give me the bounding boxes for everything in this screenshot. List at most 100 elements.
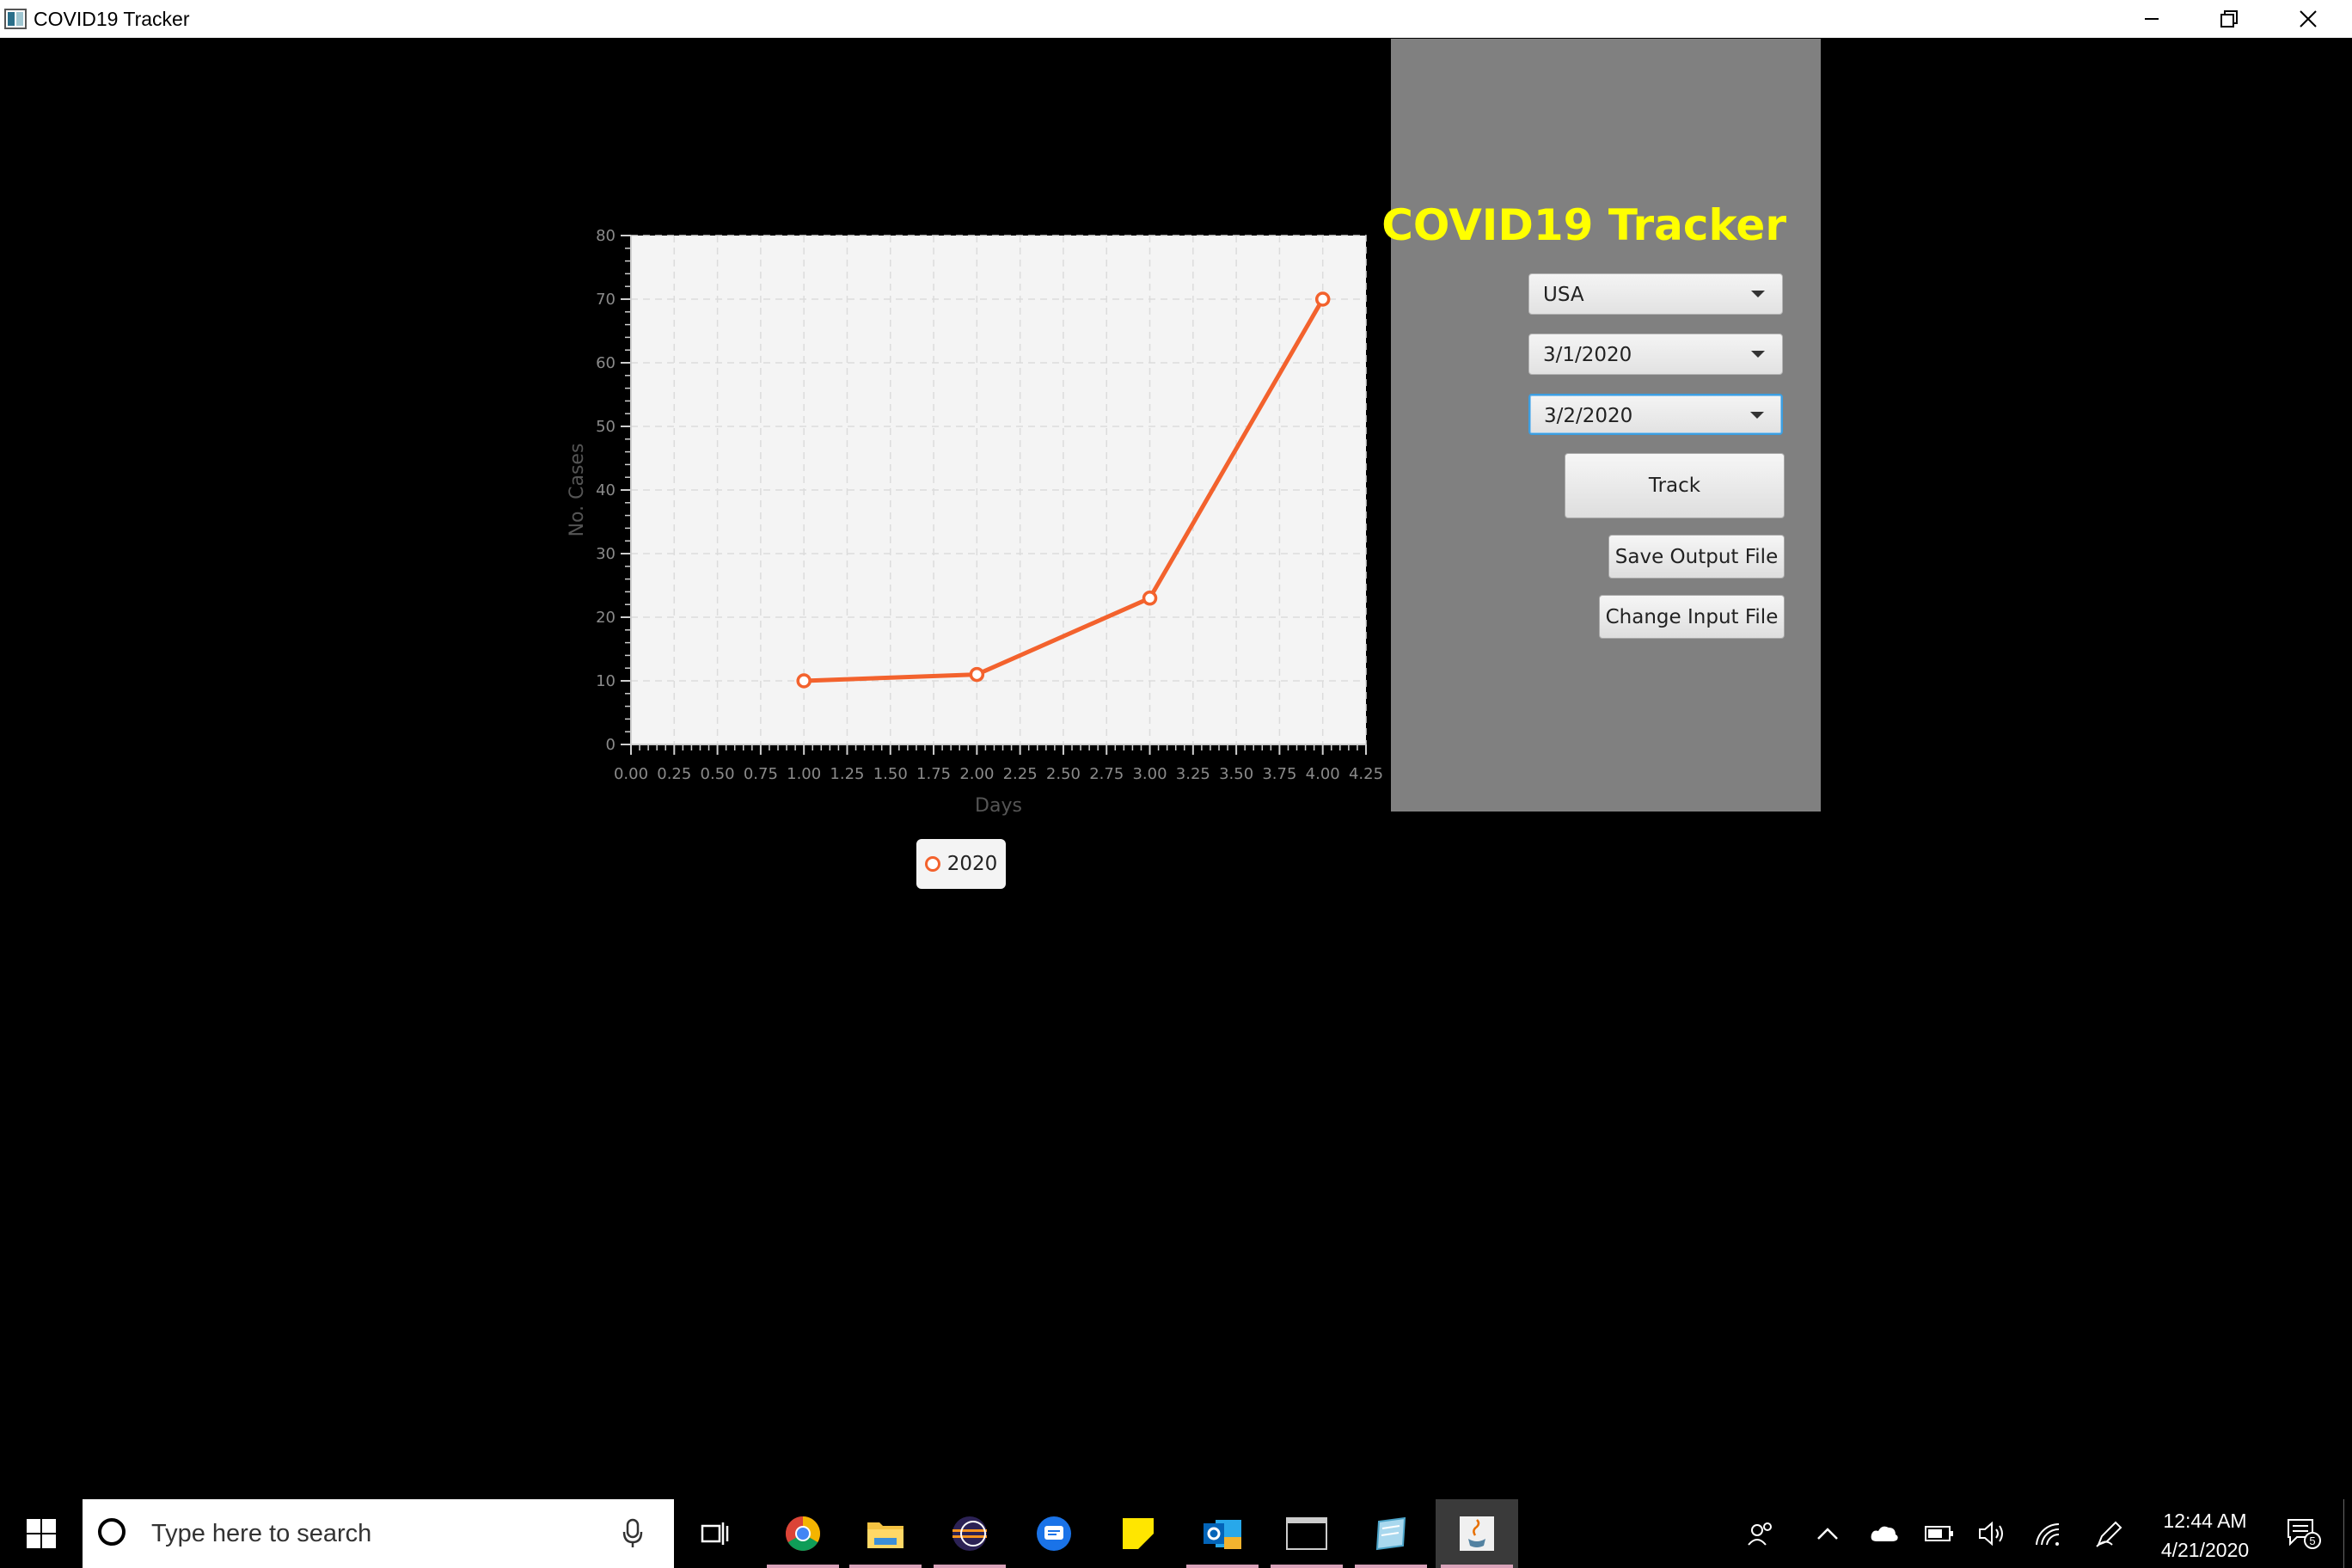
legend-symbol bbox=[924, 856, 940, 872]
taskbar-eclipse[interactable] bbox=[928, 1499, 1011, 1568]
y-tick-label: 70 bbox=[596, 291, 616, 309]
taskbar-java[interactable] bbox=[1436, 1499, 1518, 1568]
clock-time: 12:44 AM bbox=[2163, 1510, 2247, 1532]
end-date-value: 3/2/2020 bbox=[1544, 405, 1633, 427]
chevron-up-icon bbox=[1817, 1528, 1838, 1540]
onedrive-button[interactable] bbox=[1864, 1499, 1905, 1568]
x-tick-label: 1.50 bbox=[873, 765, 908, 783]
chrome-icon bbox=[786, 1516, 820, 1551]
taskbar-outlook[interactable] bbox=[1181, 1499, 1264, 1568]
x-tick-label: 4.25 bbox=[1349, 765, 1383, 783]
x-tick-label: 4.00 bbox=[1306, 765, 1340, 783]
x-tick-label: 2.50 bbox=[1046, 765, 1081, 783]
minimize-icon bbox=[2145, 18, 2159, 20]
start-date-select[interactable]: 3/1/2020 bbox=[1528, 334, 1783, 375]
data-point bbox=[1314, 291, 1331, 307]
cortana-icon bbox=[98, 1518, 126, 1546]
taskbar-file-explorer[interactable] bbox=[844, 1499, 927, 1568]
x-tick-label: 1.25 bbox=[830, 765, 864, 783]
y-tick-label: 0 bbox=[606, 736, 616, 754]
folder-icon bbox=[867, 1522, 903, 1548]
data-point bbox=[796, 673, 812, 689]
chevron-down-icon bbox=[1751, 291, 1765, 297]
microphone-icon[interactable] bbox=[622, 1518, 643, 1549]
title-bar: COVID19 Tracker bbox=[0, 0, 2352, 38]
restore-icon bbox=[2220, 10, 2238, 28]
notepad-icon bbox=[1375, 1516, 1406, 1551]
end-date-select[interactable]: 3/2/2020 bbox=[1528, 394, 1783, 435]
speaker-icon bbox=[1979, 1521, 2003, 1547]
legend-label: 2020 bbox=[946, 853, 998, 875]
x-tick-label: 0.25 bbox=[657, 765, 691, 783]
notification-icon: 5 bbox=[2288, 1519, 2321, 1549]
chevron-down-icon bbox=[1751, 351, 1765, 358]
java-icon bbox=[1460, 1516, 1494, 1551]
data-point bbox=[1142, 591, 1158, 606]
windows-icon bbox=[27, 1519, 56, 1548]
battery-icon bbox=[1925, 1526, 1953, 1541]
chevron-down-icon bbox=[1750, 412, 1764, 419]
show-hidden-icons-button[interactable] bbox=[1809, 1499, 1847, 1568]
save-output-file-button[interactable]: Save Output File bbox=[1608, 535, 1785, 579]
taskbar-clock[interactable]: 12:44 AM 4/21/2020 bbox=[2149, 1506, 2261, 1565]
notification-count: 5 bbox=[2309, 1534, 2315, 1547]
panel-title: COVID19 Tracker bbox=[1381, 200, 1786, 250]
data-point bbox=[969, 666, 985, 683]
y-tick-label: 20 bbox=[596, 609, 616, 627]
y-tick-label: 40 bbox=[596, 481, 616, 499]
task-view-icon bbox=[701, 1522, 729, 1545]
taskbar-terminal[interactable] bbox=[1265, 1499, 1348, 1568]
cloud-icon bbox=[1871, 1526, 1898, 1541]
x-tick-label: 0.00 bbox=[614, 765, 648, 783]
people-button[interactable] bbox=[1740, 1499, 1781, 1568]
taskbar-notepad[interactable] bbox=[1350, 1499, 1432, 1568]
people-icon bbox=[1748, 1522, 1772, 1546]
taskbar-sticky-notes[interactable] bbox=[1097, 1499, 1179, 1568]
change-input-file-button[interactable]: Change Input File bbox=[1599, 595, 1785, 639]
x-tick-label: 1.00 bbox=[787, 765, 821, 783]
x-tick-label: 1.75 bbox=[916, 765, 951, 783]
app-icon bbox=[4, 9, 27, 29]
taskbar-chrome[interactable] bbox=[762, 1499, 844, 1568]
minimize-button[interactable] bbox=[2113, 0, 2190, 38]
country-select[interactable]: USA bbox=[1528, 273, 1783, 315]
outlook-icon bbox=[1204, 1520, 1241, 1549]
track-button[interactable]: Track bbox=[1565, 453, 1785, 518]
y-tick-label: 80 bbox=[596, 227, 616, 245]
x-tick-label: 3.25 bbox=[1176, 765, 1210, 783]
country-select-value: USA bbox=[1543, 284, 1584, 306]
start-date-value: 3/1/2020 bbox=[1543, 344, 1632, 366]
start-button[interactable] bbox=[0, 1499, 83, 1568]
taskbar-messages[interactable] bbox=[1013, 1499, 1095, 1568]
action-center-button[interactable]: 5 bbox=[2278, 1499, 2330, 1568]
x-tick-label: 2.75 bbox=[1089, 765, 1124, 783]
x-tick-label: 2.25 bbox=[1003, 765, 1038, 783]
terminal-icon bbox=[1286, 1517, 1327, 1550]
chart-legend: 2020 bbox=[916, 839, 1006, 889]
battery-button[interactable] bbox=[1919, 1499, 1960, 1568]
task-view-button[interactable] bbox=[674, 1499, 756, 1568]
volume-button[interactable] bbox=[1972, 1499, 2013, 1568]
y-axis-label: No. Cases bbox=[567, 444, 588, 537]
show-desktop-button[interactable] bbox=[2343, 1499, 2352, 1568]
x-axis-label: Days bbox=[975, 795, 1022, 817]
sticky-notes-icon bbox=[1123, 1518, 1154, 1549]
chat-icon bbox=[1037, 1516, 1071, 1551]
line-chart: 0.00 0.25 0.50 0.75 1.00 1.25 1.50 1.75 2.00 2.25… bbox=[567, 227, 1383, 817]
search-placeholder: Type here to search bbox=[151, 1520, 372, 1547]
close-icon bbox=[2300, 10, 2317, 28]
window-title: COVID19 Tracker bbox=[34, 8, 190, 30]
pen-icon bbox=[2096, 1521, 2122, 1547]
y-tick-label: 30 bbox=[596, 545, 616, 563]
x-tick-label: 3.50 bbox=[1219, 765, 1253, 783]
close-button[interactable] bbox=[2269, 0, 2347, 38]
x-tick-label: 3.00 bbox=[1132, 765, 1167, 783]
y-tick-label: 50 bbox=[596, 418, 616, 436]
pen-workspace-button[interactable] bbox=[2089, 1499, 2130, 1568]
network-button[interactable] bbox=[2027, 1499, 2068, 1568]
x-tick-label: 3.75 bbox=[1262, 765, 1296, 783]
taskbar-search-box[interactable]: Type here to search bbox=[83, 1499, 674, 1568]
wifi-icon bbox=[2036, 1522, 2060, 1546]
restore-button[interactable] bbox=[2190, 0, 2268, 38]
x-tick-label: 0.50 bbox=[701, 765, 735, 783]
